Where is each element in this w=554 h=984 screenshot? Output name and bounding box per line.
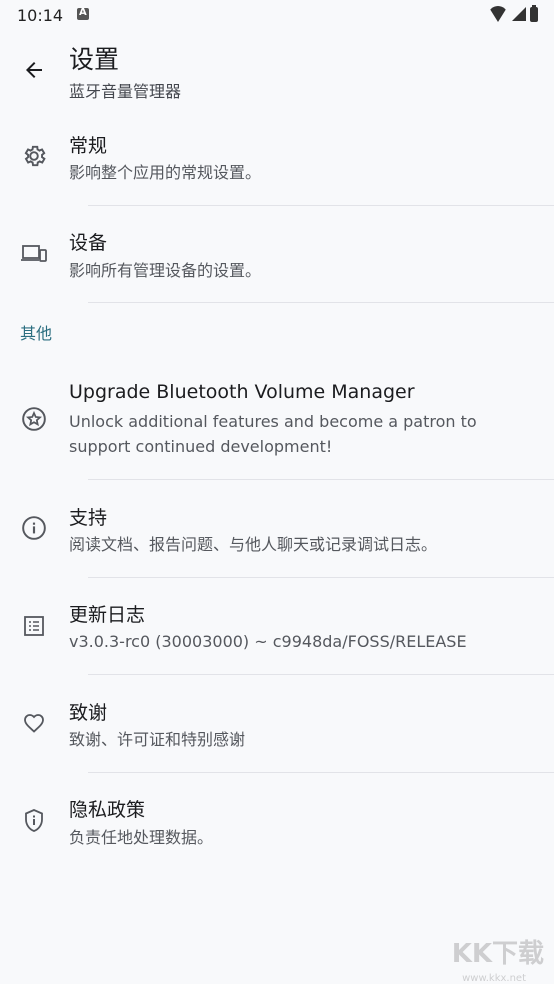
info-icon [20, 514, 48, 542]
setting-description: 阅读文档、报告问题、与他人聊天或记录调试日志。 [69, 535, 438, 554]
star-badge-icon [20, 405, 48, 433]
setting-general[interactable]: 常规 影响整个应用的常规设置。 [0, 110, 554, 206]
setting-devices[interactable]: 设备 影响所有管理设备的设置。 [0, 206, 554, 303]
status-bar: 10:14 [0, 0, 554, 30]
setting-description: 致谢、许可证和特别感谢 [69, 730, 246, 749]
status-time: 10:14 [17, 6, 64, 25]
page-title: 设置 [69, 45, 120, 74]
setting-label: 设备 [69, 232, 108, 254]
setting-label: 常规 [69, 135, 108, 157]
setting-description: 影响所有管理设备的设置。 [69, 261, 262, 280]
setting-description: 影响整个应用的常规设置。 [69, 163, 262, 182]
app-bar: 设置 蓝牙音量管理器 [0, 36, 554, 106]
setting-changelog[interactable]: 更新日志 v3.0.3-rc0 (30003000) ~ c9948da/FOS… [0, 578, 554, 674]
setting-description: v3.0.3-rc0 (30003000) ~ c9948da/FOSS/REL… [69, 632, 467, 651]
signal-icon [512, 7, 526, 21]
heart-icon [20, 709, 48, 737]
battery-icon [530, 4, 538, 22]
setting-label: 隐私政策 [69, 799, 146, 821]
back-button[interactable] [14, 50, 54, 90]
watermark-url: www.kkx.net [462, 973, 526, 984]
arrow-left-icon [26, 62, 42, 78]
setting-label: 更新日志 [69, 604, 146, 626]
setting-description: 负责任地处理数据。 [69, 828, 214, 847]
setting-label: 支持 [69, 507, 108, 529]
setting-support[interactable]: 支持 阅读文档、报告问题、与他人聊天或记录调试日志。 [0, 480, 554, 577]
page-subtitle: 蓝牙音量管理器 [69, 82, 182, 101]
wifi-icon [488, 6, 508, 22]
devices-icon [20, 240, 48, 268]
setting-label: Upgrade Bluetooth Volume Manager [69, 381, 415, 403]
changelog-icon [20, 612, 48, 640]
section-header-other: 其他 [20, 324, 53, 343]
notification-icon [77, 7, 89, 20]
setting-acknowledgements[interactable]: 致谢 致谢、许可证和特别感谢 [0, 675, 554, 772]
setting-description: Unlock additional features and become a … [69, 412, 477, 456]
setting-privacy-policy[interactable]: 隐私政策 负责任地处理数据。 [0, 773, 554, 870]
setting-label: 致谢 [69, 702, 108, 724]
watermark-logo: KK下载 [451, 939, 544, 969]
status-icons [488, 4, 538, 22]
divider [88, 302, 554, 303]
setting-upgrade[interactable]: Upgrade Bluetooth Volume Manager Unlock … [0, 365, 554, 479]
shield-icon [20, 807, 48, 835]
gear-icon [20, 142, 48, 170]
